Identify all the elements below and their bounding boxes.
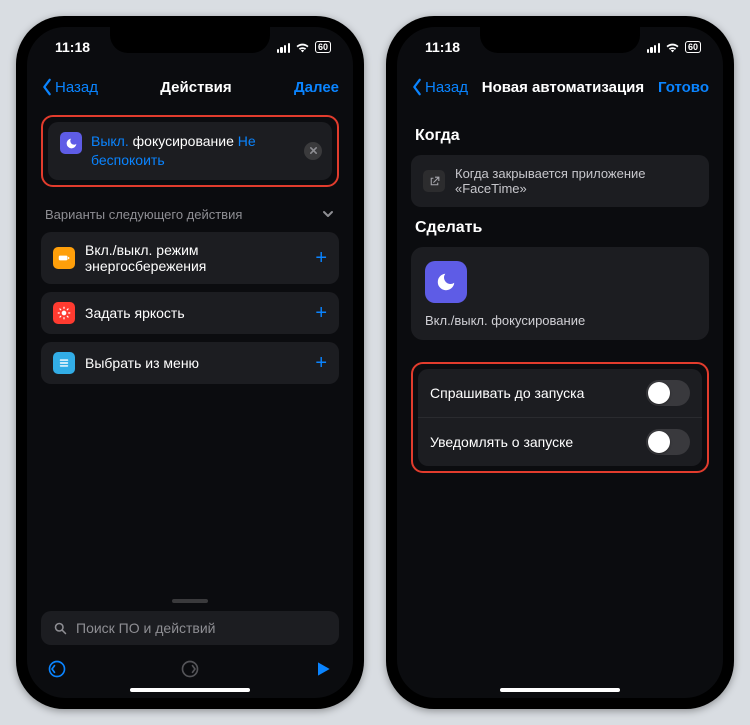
highlight-action-card: Выкл. фокусирование Не беспокоить bbox=[41, 115, 339, 187]
home-indicator[interactable] bbox=[500, 688, 620, 692]
wifi-icon bbox=[295, 42, 310, 53]
phone-left: 11:18 60 Назад Действия Далее bbox=[16, 16, 364, 709]
toggle-notify-on-run[interactable]: Уведомлять о запуске bbox=[418, 417, 702, 466]
action-off[interactable]: Выкл. bbox=[91, 133, 129, 149]
when-trigger-row[interactable]: Когда закрывается приложение «FaceTime» bbox=[411, 155, 709, 207]
plus-icon[interactable]: + bbox=[315, 353, 327, 373]
suggestion-label: Выбрать из меню bbox=[85, 355, 199, 371]
back-button[interactable]: Назад bbox=[411, 78, 468, 96]
battery-icon: 60 bbox=[685, 41, 701, 53]
undo-icon[interactable] bbox=[47, 659, 67, 679]
back-label: Назад bbox=[55, 79, 98, 96]
suggestion-group: Варианты следующего действия Вкл./выкл. … bbox=[41, 201, 339, 384]
sheet-handle[interactable] bbox=[172, 599, 208, 603]
list-square-icon bbox=[53, 352, 75, 374]
toggle-group: Спрашивать до запуска Уведомлять о запус… bbox=[418, 369, 702, 466]
wifi-icon bbox=[665, 42, 680, 53]
suggestion-label: Вкл./выкл. режим энергосбережения bbox=[85, 242, 305, 274]
cellular-icon bbox=[647, 42, 660, 53]
do-action-card[interactable]: Вкл./выкл. фокусирование bbox=[411, 247, 709, 340]
nav-title: Новая автоматизация bbox=[468, 79, 658, 96]
do-section-title: Сделать bbox=[415, 219, 705, 237]
app-open-icon bbox=[423, 170, 445, 192]
content-right: Когда Когда закрывается приложение «Face… bbox=[397, 107, 723, 685]
battery-square-icon bbox=[53, 247, 75, 269]
redo-icon bbox=[180, 659, 200, 679]
suggestion-label: Задать яркость bbox=[85, 305, 185, 321]
notch bbox=[110, 27, 270, 53]
focus-action-card[interactable]: Выкл. фокусирование Не беспокоить bbox=[48, 122, 332, 180]
play-button[interactable] bbox=[313, 659, 333, 679]
switch-off[interactable] bbox=[646, 429, 690, 455]
toggle-label: Уведомлять о запуске bbox=[430, 434, 573, 450]
moon-icon bbox=[60, 132, 82, 154]
status-indicators: 60 bbox=[277, 41, 331, 53]
suggestion-header[interactable]: Варианты следующего действия bbox=[41, 201, 339, 232]
phone-right: 11:18 60 Назад Новая автоматизация Готов… bbox=[386, 16, 734, 709]
when-section-title: Когда bbox=[415, 127, 705, 145]
screen-right: 11:18 60 Назад Новая автоматизация Готов… bbox=[397, 27, 723, 698]
battery-icon: 60 bbox=[315, 41, 331, 53]
suggestion-lowpower[interactable]: Вкл./выкл. режим энергосбережения + bbox=[41, 232, 339, 284]
chevron-left-icon bbox=[411, 78, 423, 96]
when-text: Когда закрывается приложение «FaceTime» bbox=[455, 166, 697, 196]
search-placeholder: Поиск ПО и действий bbox=[76, 620, 216, 636]
back-button[interactable]: Назад bbox=[41, 78, 98, 96]
bottom-toolbar bbox=[27, 651, 353, 685]
clock: 11:18 bbox=[425, 39, 460, 55]
search-input[interactable]: Поиск ПО и действий bbox=[41, 611, 339, 645]
moon-icon bbox=[425, 261, 467, 303]
toggle-label: Спрашивать до запуска bbox=[430, 385, 584, 401]
action-text: Выкл. фокусирование Не беспокоить bbox=[91, 132, 320, 170]
toggle-ask-before-run[interactable]: Спрашивать до запуска bbox=[418, 369, 702, 417]
notch bbox=[480, 27, 640, 53]
home-indicator[interactable] bbox=[130, 688, 250, 692]
sun-square-icon bbox=[53, 302, 75, 324]
switch-off[interactable] bbox=[646, 380, 690, 406]
back-label: Назад bbox=[425, 79, 468, 96]
status-indicators: 60 bbox=[647, 41, 701, 53]
suggestion-menu[interactable]: Выбрать из меню + bbox=[41, 342, 339, 384]
nav-bar: Назад Новая автоматизация Готово bbox=[397, 67, 723, 107]
action-main: фокусирование bbox=[133, 133, 234, 149]
nav-bar: Назад Действия Далее bbox=[27, 67, 353, 107]
next-button[interactable]: Далее bbox=[294, 79, 339, 96]
clear-action-button[interactable] bbox=[304, 142, 322, 160]
chevron-left-icon bbox=[41, 78, 53, 96]
plus-icon[interactable]: + bbox=[315, 248, 327, 268]
clock: 11:18 bbox=[55, 39, 90, 55]
do-action-label: Вкл./выкл. фокусирование bbox=[425, 313, 695, 328]
suggestion-header-label: Варианты следующего действия bbox=[45, 207, 242, 222]
highlight-toggles: Спрашивать до запуска Уведомлять о запус… bbox=[411, 362, 709, 473]
search-icon bbox=[53, 621, 68, 636]
cellular-icon bbox=[277, 42, 290, 53]
chevron-down-icon bbox=[321, 207, 335, 221]
plus-icon[interactable]: + bbox=[315, 303, 327, 323]
suggestion-brightness[interactable]: Задать яркость + bbox=[41, 292, 339, 334]
close-icon bbox=[309, 146, 318, 155]
nav-title: Действия bbox=[98, 79, 294, 96]
content-left: Выкл. фокусирование Не беспокоить Вариан… bbox=[27, 107, 353, 595]
screen-left: 11:18 60 Назад Действия Далее bbox=[27, 27, 353, 698]
done-button[interactable]: Готово bbox=[658, 79, 709, 96]
